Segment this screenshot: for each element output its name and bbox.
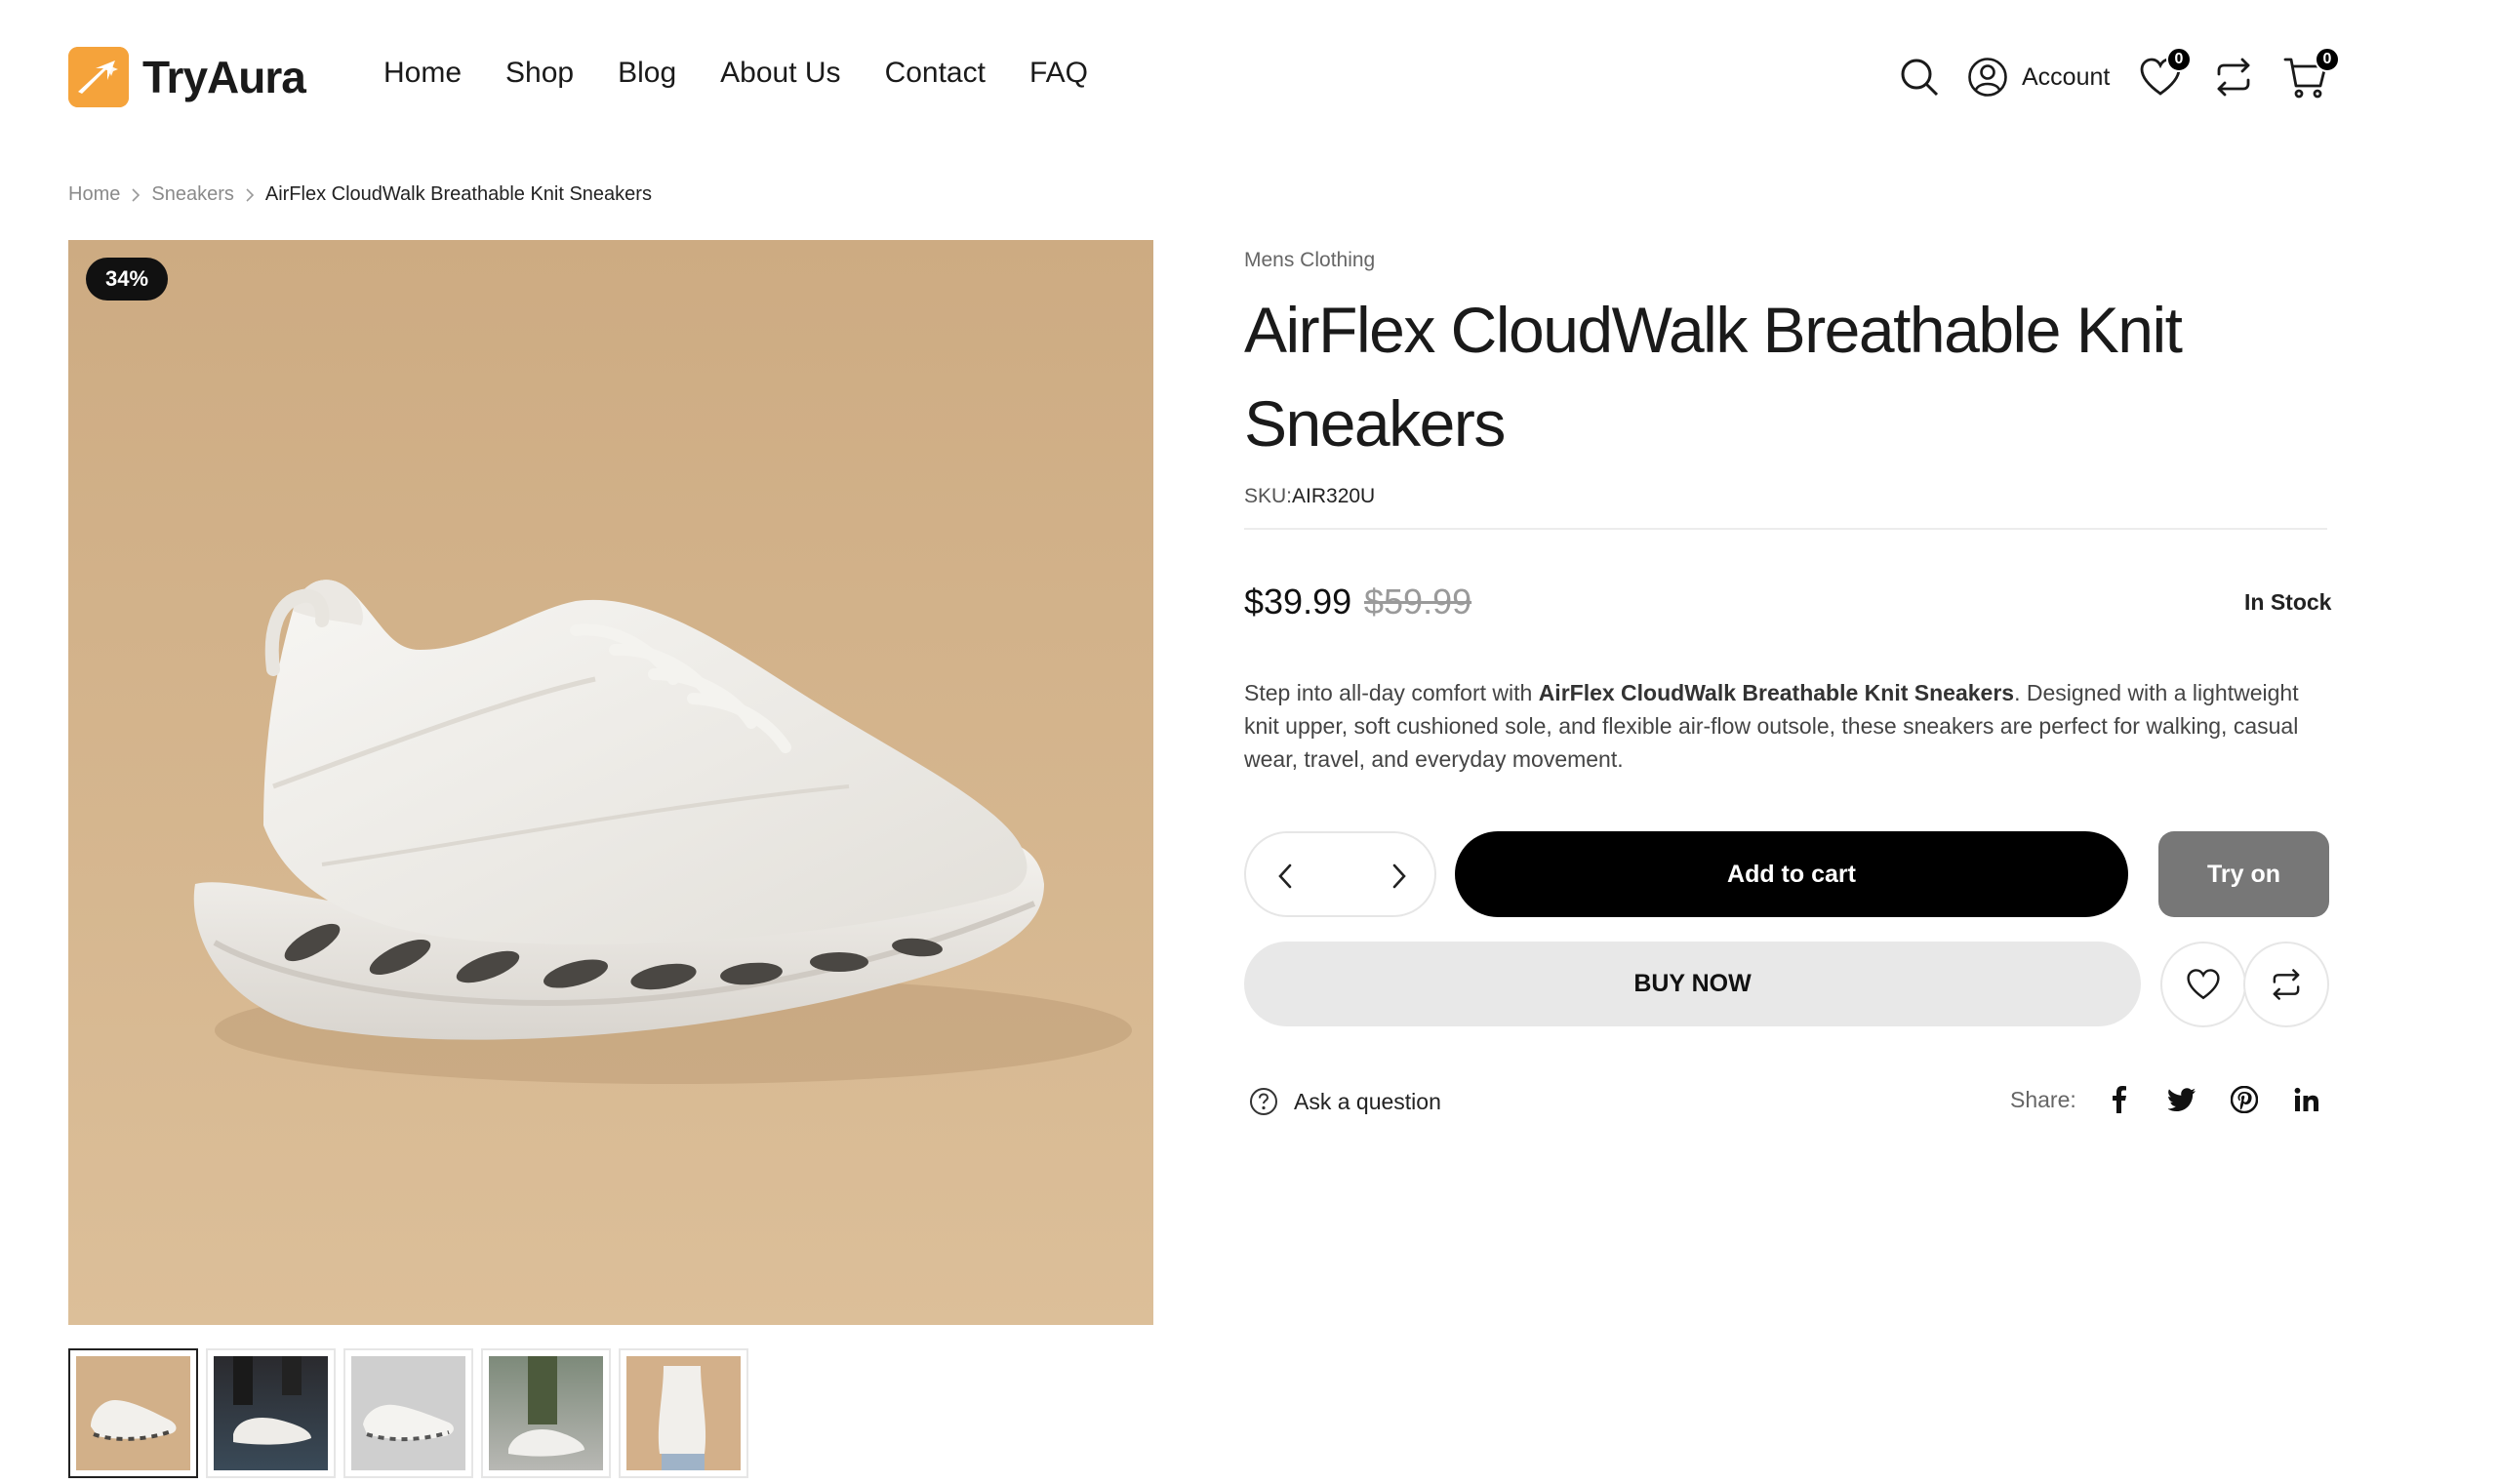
product-sku: SKU:AIR320U (1244, 485, 1375, 508)
add-to-cart-button[interactable]: Add to cart (1455, 831, 2128, 917)
sku-label: SKU: (1244, 485, 1293, 507)
add-to-compare-button[interactable] (2243, 942, 2329, 1027)
wishlist-button[interactable]: 0 (2139, 47, 2192, 98)
main-product-image[interactable] (68, 240, 1153, 1325)
question-circle-icon (1249, 1087, 1278, 1116)
thumbnail-image (76, 1356, 190, 1470)
share-label: Share: (2010, 1086, 2076, 1112)
product-title: AirFlex CloudWalk Breathable Knit Sneake… (1244, 294, 2183, 460)
pinterest-icon[interactable] (2213, 1086, 2276, 1113)
quantity-increase-button[interactable] (1380, 857, 1419, 896)
current-price: $39.99 (1244, 582, 1352, 622)
wishlist-count-badge: 0 (2166, 47, 2192, 72)
user-circle-icon (1967, 57, 2008, 98)
compare-icon (2270, 968, 2303, 1001)
quantity-decrease-button[interactable] (1266, 857, 1305, 896)
try-on-button[interactable]: Try on (2158, 831, 2329, 917)
breadcrumb-current: AirFlex CloudWalk Breathable Knit Sneake… (264, 183, 652, 205)
nav-shop[interactable]: Shop (505, 57, 574, 90)
account-label: Account (2022, 62, 2111, 91)
linkedin-icon[interactable] (2276, 1087, 2338, 1112)
nav-faq[interactable]: FAQ (1029, 57, 1088, 90)
search-icon[interactable] (1899, 57, 1940, 98)
main-nav: Home Shop Blog About Us Contact FAQ (383, 57, 1088, 90)
buy-now-button[interactable]: BUY NOW (1244, 942, 2141, 1026)
compare-icon (2213, 57, 2254, 98)
product-category[interactable]: Mens Clothing (1244, 249, 1375, 272)
description-product-name: AirFlex CloudWalk Breathable Knit Sneake… (1538, 680, 2015, 705)
sku-value: AIR320U (1292, 485, 1376, 507)
quantity-stepper[interactable] (1244, 831, 1436, 917)
chevron-right-icon (244, 187, 256, 202)
facebook-icon[interactable] (2088, 1086, 2151, 1113)
brand-logo[interactable]: TryAura (68, 47, 306, 107)
nav-blog[interactable]: Blog (618, 57, 676, 90)
twitter-icon[interactable] (2151, 1088, 2213, 1111)
cart-count-badge: 0 (2315, 47, 2340, 72)
compare-header-button[interactable] (2213, 57, 2254, 98)
sale-badge: 34% (86, 258, 169, 301)
thumbnail-image (489, 1356, 603, 1470)
product-description: Step into all-day comfort with AirFlex C… (1244, 676, 2329, 776)
breadcrumb-sneakers[interactable]: Sneakers (151, 183, 234, 206)
chevron-left-icon (1277, 863, 1293, 889)
thumbnail-4[interactable] (481, 1348, 611, 1478)
thumbnail-3[interactable] (343, 1348, 473, 1478)
ask-question-label: Ask a question (1294, 1088, 1441, 1114)
stock-status: In Stock (2244, 589, 2332, 615)
chevron-right-icon (1391, 863, 1407, 889)
thumbnail-image (626, 1356, 741, 1470)
description-intro: Step into all-day comfort with (1244, 680, 1539, 705)
share-bar: Share: (2010, 1086, 2338, 1113)
thumbnail-strip (68, 1348, 748, 1478)
breadcrumb-home[interactable]: Home (68, 183, 120, 206)
heart-icon (2186, 968, 2221, 1001)
brand-name: TryAura (142, 52, 306, 102)
thumbnail-5[interactable] (619, 1348, 748, 1478)
chevron-right-icon (130, 187, 141, 202)
nav-contact[interactable]: Contact (885, 57, 986, 90)
add-to-wishlist-button[interactable] (2160, 942, 2246, 1027)
thumbnail-image (351, 1356, 465, 1470)
thumbnail-1[interactable] (68, 1348, 198, 1478)
original-price: $59.99 (1364, 582, 1472, 622)
ask-question-link[interactable]: Ask a question (1249, 1087, 1441, 1116)
account-link[interactable]: Account (1967, 57, 2110, 98)
sneaker-illustration (68, 240, 1153, 1325)
breadcrumb: Home Sneakers AirFlex CloudWalk Breathab… (68, 183, 652, 206)
thumbnail-image (214, 1356, 328, 1470)
divider (1244, 528, 2327, 530)
nav-home[interactable]: Home (383, 57, 462, 90)
cart-button[interactable]: 0 (2283, 47, 2340, 100)
logo-mark-icon (68, 47, 129, 107)
nav-about-us[interactable]: About Us (720, 57, 840, 90)
thumbnail-2[interactable] (206, 1348, 336, 1478)
